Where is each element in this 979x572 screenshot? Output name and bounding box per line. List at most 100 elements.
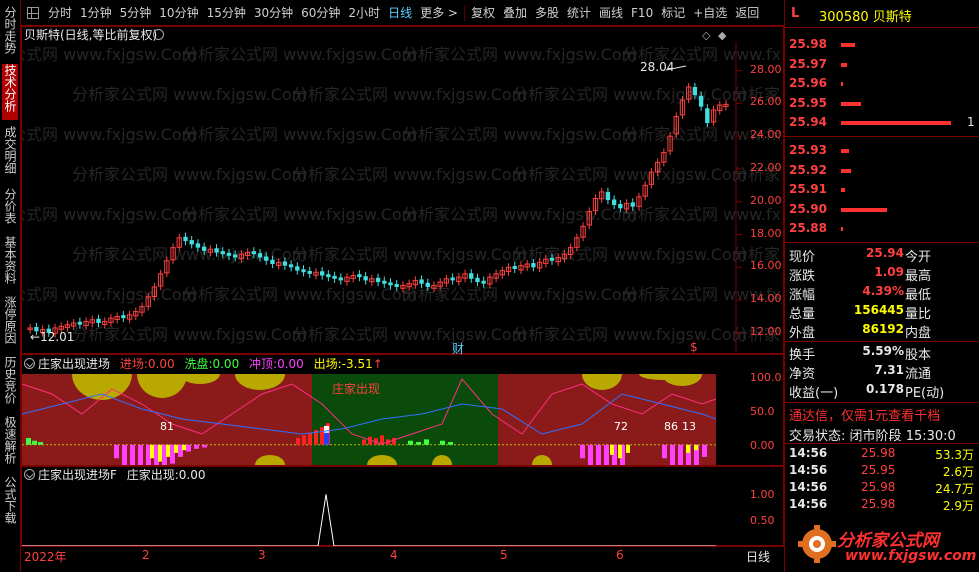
period-2hour[interactable]: 2小时	[344, 0, 384, 26]
candle-body[interactable]	[630, 202, 635, 207]
indicator2-chart[interactable]	[22, 484, 716, 546]
indicator2-toggle-icon[interactable]	[24, 469, 35, 480]
period-fenshi[interactable]: 分时	[44, 0, 76, 26]
watermark-text: 分析家公式网 www.fxjgsw.Com	[292, 165, 527, 184]
candle-body[interactable]	[319, 271, 325, 276]
candle-body[interactable]	[96, 318, 101, 324]
grid-layout-icon[interactable]	[27, 6, 39, 19]
tab-limit-reason[interactable]: 涨停原因	[2, 296, 18, 354]
candle-body[interactable]	[605, 191, 611, 201]
chevron-down-icon[interactable]	[153, 29, 164, 40]
stats-button[interactable]: 统计	[563, 0, 595, 26]
bid-row[interactable]: 25.88	[785, 220, 979, 238]
candle-body[interactable]	[288, 264, 294, 268]
candle-body[interactable]	[214, 248, 219, 253]
watermark-text: 分析家公式网 www.fxjgsw.Com	[402, 205, 637, 224]
ask-row[interactable]: 25.95	[785, 95, 979, 113]
overlay-button[interactable]: 叠加	[499, 0, 531, 26]
ask-row[interactable]: 25.96	[785, 75, 979, 93]
bid-row[interactable]: 25.93	[785, 142, 979, 160]
restore-rights-button[interactable]: 复权	[467, 0, 499, 26]
candle-body[interactable]	[705, 108, 710, 124]
diamond-icon[interactable]: ◇	[702, 29, 710, 42]
candle-body[interactable]	[450, 277, 455, 281]
candle-body[interactable]	[549, 257, 555, 261]
period-more[interactable]: 更多 >	[416, 0, 462, 26]
period-30min[interactable]: 30分钟	[250, 0, 297, 26]
add-watchlist-button[interactable]: +自选	[689, 0, 731, 26]
tab-intraday[interactable]: 分时走势	[2, 6, 18, 56]
f10-button[interactable]: F10	[627, 0, 657, 26]
indicator1-toggle-icon[interactable]	[24, 358, 35, 369]
candle-body[interactable]	[251, 251, 256, 255]
level-indicator[interactable]: L	[791, 6, 799, 21]
candle-body[interactable]	[201, 246, 207, 251]
candle-body[interactable]	[295, 266, 300, 271]
draw-line-button[interactable]: 画线	[595, 0, 627, 26]
ask-row[interactable]: 25.97	[785, 56, 979, 74]
period-15min[interactable]: 15分钟	[203, 0, 250, 26]
candle-body[interactable]	[618, 204, 623, 209]
tab-formula-download[interactable]: 公式下载	[2, 476, 18, 534]
kline-chart[interactable]: 分析家公式网 www.fxjgsw.Com 分析家公式网 www.fxjgsw.C…	[22, 42, 782, 352]
candle-body[interactable]	[77, 321, 83, 325]
bid-row[interactable]: 25.90	[785, 201, 979, 219]
dividend-marker[interactable]: $	[690, 340, 698, 354]
back-button[interactable]: 返回	[731, 0, 763, 26]
candle-body[interactable]	[419, 279, 424, 284]
tab-trade-detail[interactable]: 成交明细	[2, 126, 18, 184]
period-daily[interactable]: 日线	[384, 0, 416, 26]
candle-body[interactable]	[475, 277, 480, 283]
tick-volume: 24.7万	[935, 482, 974, 496]
candle-body[interactable]	[257, 253, 263, 258]
candle-body[interactable]	[531, 263, 536, 268]
candle-body[interactable]	[226, 252, 232, 256]
period-indicator[interactable]: 日线	[746, 548, 770, 565]
bid-row[interactable]: 25.91	[785, 181, 979, 199]
candle-body[interactable]	[394, 284, 399, 287]
tab-technical-analysis[interactable]: 技术分析	[2, 64, 18, 120]
tab-quick-analysis[interactable]: 极速解析	[2, 416, 18, 474]
period-10min[interactable]: 10分钟	[155, 0, 202, 26]
candle-body[interactable]	[189, 240, 194, 245]
site-logo: 分析家公式网 www.fxjgsw.com	[797, 518, 976, 568]
candle-body[interactable]	[512, 266, 517, 269]
candle-body[interactable]	[332, 275, 337, 279]
tab-history-auction[interactable]: 历史竞价	[2, 356, 18, 414]
ad-banner[interactable]: 通达信，仅需1元查看千档	[789, 405, 940, 424]
candle-body[interactable]	[233, 254, 238, 258]
candle-body[interactable]	[481, 280, 486, 284]
tab-basic-info[interactable]: 基本资料	[2, 236, 18, 294]
multi-stock-button[interactable]: 多股	[531, 0, 563, 26]
period-1min[interactable]: 1分钟	[76, 0, 116, 26]
candle-body[interactable]	[183, 236, 188, 242]
candle-body[interactable]	[338, 277, 343, 281]
candle-body[interactable]	[388, 282, 393, 286]
candle-body[interactable]	[326, 274, 331, 278]
candle-body[interactable]	[469, 273, 474, 279]
candle-body[interactable]	[301, 269, 306, 273]
tab-price-table[interactable]: 分价表	[2, 188, 18, 232]
candle-body[interactable]	[363, 276, 368, 281]
ask-row[interactable]: 25.98	[785, 36, 979, 54]
bid-row[interactable]: 25.92	[785, 162, 979, 180]
mark-button[interactable]: 标记	[657, 0, 689, 26]
candle-body[interactable]	[220, 251, 225, 255]
candle-body[interactable]	[375, 277, 381, 283]
candle-body[interactable]	[698, 95, 704, 107]
candle-body[interactable]	[307, 270, 312, 274]
candle-body[interactable]	[357, 274, 362, 278]
candle-body[interactable]	[382, 280, 387, 284]
candle-body[interactable]	[282, 261, 288, 266]
candle-body[interactable]	[425, 282, 430, 287]
period-5min[interactable]: 5分钟	[116, 0, 156, 26]
ask-row[interactable]: 25.94 1	[785, 114, 979, 132]
candle-body[interactable]	[692, 86, 698, 96]
diamond-filled-icon[interactable]: ◆	[718, 29, 726, 42]
candle-body[interactable]	[270, 259, 275, 265]
candle-body[interactable]	[195, 243, 201, 248]
candle-body[interactable]	[611, 199, 617, 206]
candle-body[interactable]	[121, 315, 126, 319]
candle-body[interactable]	[264, 256, 269, 261]
period-60min[interactable]: 60分钟	[297, 0, 344, 26]
